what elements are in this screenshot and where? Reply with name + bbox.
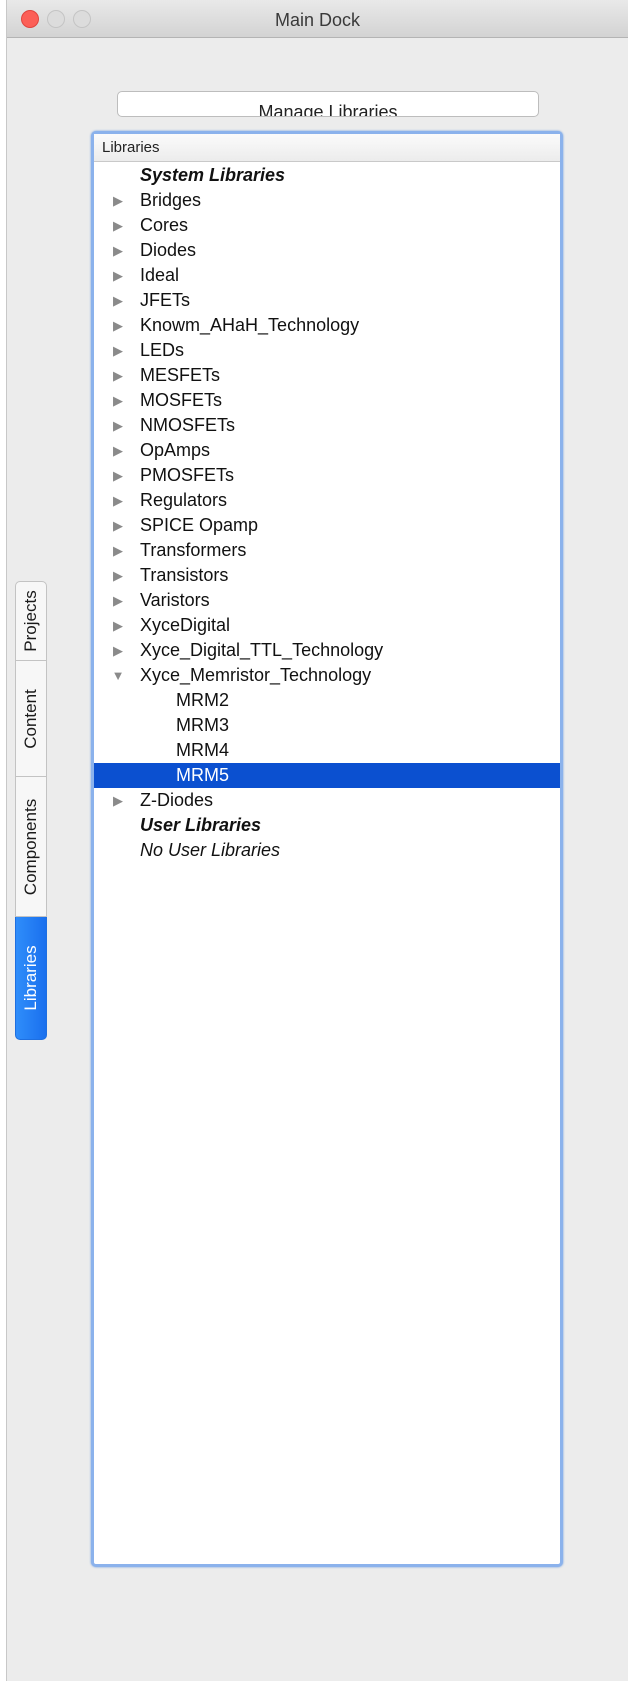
tree-item-label: SPICE Opamp <box>140 515 259 535</box>
tree-item-label: User Libraries <box>140 815 262 835</box>
libraries-panel: Libraries System Libraries ▶ Bridges ▶ Core… <box>91 131 563 1567</box>
tree-item-label: Diodes <box>140 240 197 260</box>
tree-item-label: JFETs <box>140 290 191 310</box>
user-libraries-note: No User Libraries <box>94 838 560 863</box>
tab-label: Projects <box>21 590 40 652</box>
tree-item-label: Cores <box>140 215 189 235</box>
library-row[interactable]: ▶ LEDs <box>94 338 560 363</box>
triangle-right-icon[interactable]: ▶ <box>110 338 126 363</box>
library-row[interactable]: ▶ Knowm_AHaH_Technology <box>94 313 560 338</box>
triangle-right-icon[interactable]: ▶ <box>110 263 126 288</box>
system-libraries-header: System Libraries <box>94 163 560 188</box>
library-tree[interactable]: System Libraries ▶ Bridges ▶ Cores ▶ Diodes ▶ I… <box>94 163 560 863</box>
triangle-right-icon[interactable]: ▶ <box>110 513 126 538</box>
triangle-right-icon[interactable]: ▶ <box>110 463 126 488</box>
component-row-selected[interactable]: MRM5 <box>94 763 560 788</box>
library-row[interactable]: ▶ Transistors <box>94 563 560 588</box>
tree-item-label: Transformers <box>140 540 247 560</box>
manage-libraries-button[interactable]: Manage Libraries <box>117 91 539 117</box>
title-bar[interactable]: Main Dock <box>7 0 628 38</box>
library-row[interactable]: ▶ Varistors <box>94 588 560 613</box>
triangle-right-icon[interactable]: ▶ <box>110 488 126 513</box>
triangle-right-icon[interactable]: ▶ <box>110 438 126 463</box>
tab-label: Components <box>21 798 40 895</box>
triangle-right-icon[interactable]: ▶ <box>110 563 126 588</box>
tree-item-label: Bridges <box>140 190 202 210</box>
library-row[interactable]: ▶ Cores <box>94 213 560 238</box>
triangle-right-icon[interactable]: ▶ <box>110 613 126 638</box>
library-row[interactable]: ▶ Diodes <box>94 238 560 263</box>
triangle-right-icon[interactable]: ▶ <box>110 588 126 613</box>
triangle-right-icon[interactable]: ▶ <box>110 213 126 238</box>
tree-item-label: MRM4 <box>176 740 229 760</box>
tab-label: Libraries <box>21 945 40 1011</box>
tree-item-label: MOSFETs <box>140 390 223 410</box>
library-row[interactable]: ▶ SPICE Opamp <box>94 513 560 538</box>
tree-item-label: Xyce_Memristor_Technology <box>140 665 372 685</box>
tree-item-label: Varistors <box>140 590 210 610</box>
tree-item-label: MESFETs <box>140 365 221 385</box>
triangle-right-icon[interactable]: ▶ <box>110 388 126 413</box>
library-row[interactable]: ▶ Xyce_Digital_TTL_Technology <box>94 638 560 663</box>
library-row[interactable]: ▶ Ideal <box>94 263 560 288</box>
triangle-right-icon[interactable]: ▶ <box>110 238 126 263</box>
triangle-right-icon[interactable]: ▶ <box>110 363 126 388</box>
component-row[interactable]: MRM2 <box>94 688 560 713</box>
library-row[interactable]: ▶ Z-Diodes <box>94 788 560 813</box>
tree-item-label: OpAmps <box>140 440 211 460</box>
triangle-right-icon[interactable]: ▶ <box>110 788 126 813</box>
tab-label: Content <box>21 688 40 749</box>
triangle-right-icon[interactable]: ▶ <box>110 313 126 338</box>
component-row[interactable]: MRM4 <box>94 738 560 763</box>
triangle-right-icon[interactable]: ▶ <box>110 538 126 563</box>
tree-item-label: Transistors <box>140 565 229 585</box>
tree-item-label: Knowm_AHaH_Technology <box>140 315 360 335</box>
library-row[interactable]: ▶ PMOSFETs <box>94 463 560 488</box>
library-row[interactable]: ▶ Regulators <box>94 488 560 513</box>
libraries-column-header[interactable]: Libraries <box>94 134 560 162</box>
dock-tab-bar: Projects Content Components Libraries <box>15 581 47 1040</box>
main-dock-window: Main Dock Manage Libraries Projects Cont… <box>6 0 628 1681</box>
tree-item-label: Z-Diodes <box>140 790 214 810</box>
tree-item-label: XyceDigital <box>140 615 231 635</box>
tree-item-label: PMOSFETs <box>140 465 235 485</box>
tree-item-label: Ideal <box>140 265 180 285</box>
triangle-down-icon[interactable]: ▼ <box>110 663 126 688</box>
tree-item-label: MRM3 <box>176 715 229 735</box>
tab-components[interactable]: Components <box>15 777 47 917</box>
tree-item-label: NMOSFETs <box>140 415 236 435</box>
tree-item-label: No User Libraries <box>140 840 281 860</box>
tab-projects[interactable]: Projects <box>15 581 47 661</box>
library-row[interactable]: ▶ MESFETs <box>94 363 560 388</box>
library-row[interactable]: ▶ XyceDigital <box>94 613 560 638</box>
tree-item-label: Regulators <box>140 490 228 510</box>
library-row-expanded[interactable]: ▼ Xyce_Memristor_Technology <box>94 663 560 688</box>
tree-item-label: MRM5 <box>176 765 229 785</box>
section-label: System Libraries <box>140 165 286 185</box>
library-row[interactable]: ▶ JFETs <box>94 288 560 313</box>
tree-item-label: MRM2 <box>176 690 229 710</box>
triangle-right-icon[interactable]: ▶ <box>110 638 126 663</box>
library-row[interactable]: ▶ Bridges <box>94 188 560 213</box>
library-row[interactable]: ▶ Transformers <box>94 538 560 563</box>
tree-item-label: LEDs <box>140 340 185 360</box>
triangle-right-icon[interactable]: ▶ <box>110 413 126 438</box>
user-libraries-header: User Libraries <box>94 813 560 838</box>
library-row[interactable]: ▶ NMOSFETs <box>94 413 560 438</box>
tab-content[interactable]: Content <box>15 661 47 777</box>
window-title: Main Dock <box>274 10 361 30</box>
triangle-right-icon[interactable]: ▶ <box>110 288 126 313</box>
triangle-right-icon[interactable]: ▶ <box>110 188 126 213</box>
tab-libraries[interactable]: Libraries <box>15 917 47 1040</box>
library-row[interactable]: ▶ OpAmps <box>94 438 560 463</box>
library-row[interactable]: ▶ MOSFETs <box>94 388 560 413</box>
component-row[interactable]: MRM3 <box>94 713 560 738</box>
tree-item-label: Xyce_Digital_TTL_Technology <box>140 640 384 660</box>
